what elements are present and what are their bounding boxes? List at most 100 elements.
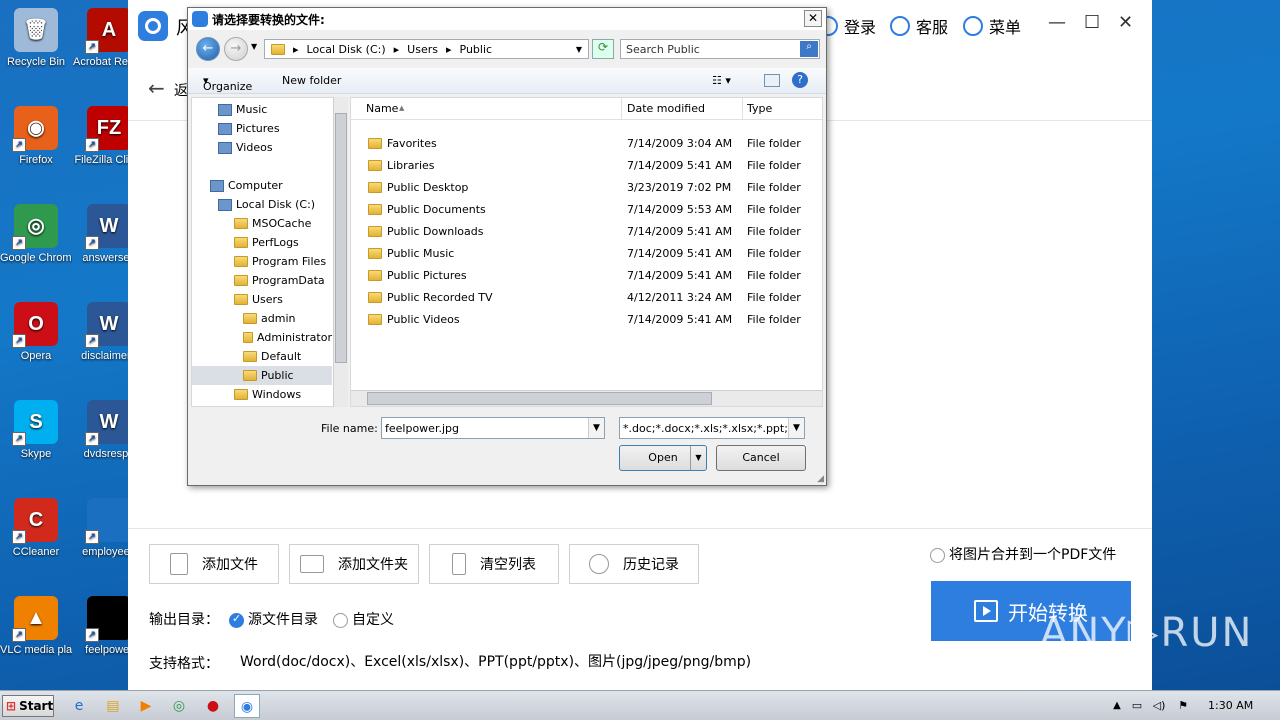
add-folder-button[interactable]: 添加文件夹	[289, 544, 419, 584]
desktop-icon[interactable]: O ↗ Opera	[0, 302, 72, 362]
folder-icon	[368, 182, 382, 193]
add-file-button[interactable]: 添加文件	[149, 544, 279, 584]
output-custom-option[interactable]: 自定义	[333, 609, 394, 629]
nav-scroll-thumb[interactable]	[335, 113, 347, 363]
nav-scrollbar[interactable]	[333, 97, 348, 407]
breadcrumb-users[interactable]: Users	[407, 43, 438, 56]
forward-button[interactable]: →	[224, 37, 248, 61]
column-name[interactable]: Name	[366, 102, 398, 115]
nav-item[interactable]: Default	[192, 347, 332, 366]
flag-icon[interactable]: ⚑	[1170, 694, 1196, 718]
open-button[interactable]: Open ▼	[619, 445, 707, 471]
file-row[interactable]: Public Music 7/14/2009 5:41 AM File folder	[351, 243, 822, 265]
volume-icon[interactable]: ◁)	[1146, 694, 1172, 718]
dialog-close-button[interactable]: ✕	[804, 10, 822, 27]
minimize-icon[interactable]: —	[1048, 12, 1066, 33]
file-row[interactable]: Public Pictures 7/14/2009 5:41 AM File fol…	[351, 265, 822, 287]
open-dropdown-icon[interactable]: ▼	[690, 446, 706, 470]
file-type-select[interactable]: *.doc;*.docx;*.xls;*.xlsx;*.ppt;*.p ▼	[619, 417, 805, 439]
nav-item[interactable]: Videos	[192, 138, 332, 157]
desktop-icon[interactable]: ◎ ↗ Google Chrome	[0, 204, 72, 264]
nav-item[interactable]: Pictures	[192, 119, 332, 138]
nav-item[interactable]: Local Disk (C:)	[192, 195, 332, 214]
desktop-icon[interactable]: C ↗ CCleaner	[0, 498, 72, 558]
file-type-cell: File folder	[747, 159, 801, 172]
nav-item[interactable]: PerfLogs	[192, 233, 332, 252]
media-player-taskbar-icon[interactable]: ▶	[133, 694, 159, 718]
menu-button[interactable]: 菜单	[963, 14, 1021, 38]
ie-taskbar-icon[interactable]: e	[66, 694, 92, 718]
file-row[interactable]: Public Videos 7/14/2009 5:41 AM File folde…	[351, 309, 822, 331]
back-label[interactable]: 返	[174, 80, 188, 100]
output-source-option[interactable]: 源文件目录	[229, 609, 318, 629]
nav-item[interactable]: Windows	[192, 385, 332, 404]
nav-item[interactable]: ProgramData	[192, 271, 332, 290]
preview-pane-icon[interactable]	[764, 74, 780, 87]
opera-taskbar-icon[interactable]: ●	[200, 694, 226, 718]
nav-item[interactable]: admin	[192, 309, 332, 328]
address-bar: ← → ▼ ▸ Local Disk (C:) ▸ Users ▸ Public…	[194, 36, 822, 64]
file-row[interactable]: Public Recorded TV 4/12/2011 3:24 AM File …	[351, 287, 822, 309]
merge-pdf-option[interactable]: 将图片合并到一个PDF文件	[930, 544, 1116, 564]
folder-icon	[234, 294, 248, 305]
new-folder-button[interactable]: New folder	[282, 74, 341, 87]
search-icon[interactable]: ⌕	[800, 41, 818, 57]
nav-item[interactable]: Administrator	[192, 328, 332, 347]
maximize-icon[interactable]: ☐	[1084, 12, 1100, 33]
hscroll-thumb[interactable]	[367, 392, 712, 405]
chrome-taskbar-icon[interactable]: ◎	[166, 694, 192, 718]
chevron-down-icon[interactable]: ▼	[788, 418, 804, 438]
column-divider[interactable]	[621, 98, 622, 120]
start-button[interactable]: ⊞ Start	[2, 695, 54, 717]
clock[interactable]: 1:30 AM	[1208, 699, 1253, 712]
recent-dropdown-icon[interactable]: ▼	[251, 42, 257, 51]
file-row[interactable]: Libraries 7/14/2009 5:41 AM File folder	[351, 155, 822, 177]
file-row[interactable]: Public Downloads 7/14/2009 5:41 AM File fo…	[351, 221, 822, 243]
file-row[interactable]: Favorites 7/14/2009 3:04 AM File folder	[351, 133, 822, 155]
desktop-icon[interactable]: ▲↗ VLC media player	[0, 596, 72, 656]
nav-item[interactable]: Public	[192, 366, 332, 385]
desktop-icon[interactable]: 🗑 Recycle Bin	[0, 8, 72, 68]
clear-list-button[interactable]: 清空列表	[429, 544, 559, 584]
history-button[interactable]: 历史记录	[569, 544, 699, 584]
file-type-cell: File folder	[747, 203, 801, 216]
organize-button[interactable]: Organize ▾	[203, 74, 252, 93]
resize-grip-icon[interactable]: ◢	[817, 474, 824, 484]
desktop-icon[interactable]: ◉ ↗ Firefox	[0, 106, 72, 166]
play-icon	[974, 600, 998, 622]
nav-item[interactable]: Program Files	[192, 252, 332, 271]
desktop-icon[interactable]: S ↗ Skype	[0, 400, 72, 460]
refresh-button[interactable]: ⟳	[592, 39, 614, 59]
column-divider[interactable]	[742, 98, 743, 120]
help-icon[interactable]: ?	[792, 72, 808, 88]
nav-item[interactable]: Music	[192, 100, 332, 119]
column-date[interactable]: Date modified	[627, 102, 705, 115]
back-arrow-icon[interactable]: ←	[148, 76, 165, 100]
breadcrumb[interactable]: ▸ Local Disk (C:) ▸ Users ▸ Public ▼	[264, 39, 589, 59]
chevron-down-icon[interactable]: ▼	[576, 45, 582, 54]
file-list-header: Name ▲ Date modified Type	[351, 98, 822, 120]
file-list-hscrollbar[interactable]	[351, 390, 822, 406]
output-source-radio[interactable]	[229, 612, 244, 628]
view-options-icon[interactable]: ☷ ▾	[712, 74, 731, 87]
explorer-taskbar-icon[interactable]: ▤	[100, 694, 126, 718]
chevron-down-icon[interactable]: ▼	[588, 418, 604, 438]
merge-label: 将图片合并到一个PDF文件	[949, 547, 1117, 563]
merge-radio[interactable]	[930, 547, 945, 563]
column-type[interactable]: Type	[747, 102, 772, 115]
breadcrumb-public[interactable]: Public	[460, 43, 493, 56]
nav-item[interactable]: Computer	[192, 176, 332, 195]
nav-item[interactable]: Users	[192, 290, 332, 309]
file-row[interactable]: Public Desktop 3/23/2019 7:02 PM File fold…	[351, 177, 822, 199]
converter-taskbar-icon[interactable]: ◉	[234, 694, 260, 718]
cancel-button[interactable]: Cancel	[716, 445, 806, 471]
file-name-input[interactable]: feelpower.jpg ▼	[381, 417, 605, 439]
search-input[interactable]: Search Public ⌕	[620, 39, 820, 59]
close-icon[interactable]: ✕	[1118, 12, 1133, 33]
breadcrumb-local-disk[interactable]: Local Disk (C:)	[307, 43, 386, 56]
service-button[interactable]: 客服	[890, 14, 948, 38]
back-button[interactable]: ←	[196, 37, 220, 61]
output-custom-radio[interactable]	[333, 612, 348, 628]
nav-item[interactable]: MSOCache	[192, 214, 332, 233]
file-row[interactable]: Public Documents 7/14/2009 5:53 AM File fo…	[351, 199, 822, 221]
